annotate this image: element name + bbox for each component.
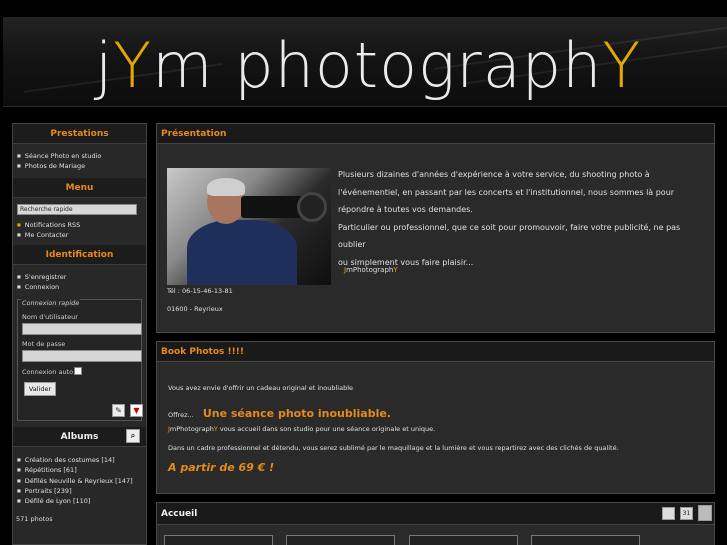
magnifier-icon[interactable]: ⌕ (126, 429, 140, 443)
lost-password-icon[interactable]: ✎ (112, 404, 125, 417)
username-field[interactable] (22, 323, 142, 335)
sidebar: Prestations Séance Photo en studio Photo… (12, 123, 147, 545)
identification-heading: Identification (13, 245, 146, 265)
print-icon[interactable] (698, 505, 712, 521)
photographer-photo (167, 168, 331, 285)
quick-login-legend: Connexion rapide (21, 299, 81, 307)
menu-list: Notifications RSS Me Contacter (13, 215, 146, 245)
thumbnail-frame[interactable] (409, 535, 518, 545)
password-field[interactable] (22, 350, 142, 362)
album-item[interactable]: Répétitions [61] (17, 465, 146, 475)
login-submit-button[interactable]: Valider (24, 382, 56, 396)
header-banner: jYm photographY (3, 17, 727, 107)
thumbnail-frame[interactable] (164, 535, 273, 545)
password-label: Mot de passe (22, 340, 66, 348)
presentation-panel: Présentation Plusieurs dizaines d'années… (156, 123, 715, 333)
quick-login-form: Connexion rapide Nom d'utilisateur Mot d… (17, 299, 143, 421)
sidebar-item-login[interactable]: Connexion (17, 282, 146, 292)
thumbnail-frame[interactable] (286, 535, 395, 545)
prestations-list: Séance Photo en studio Photos de Mariage (13, 144, 146, 178)
albums-list: Création des costumes [14] Répétitions [… (13, 447, 146, 510)
quick-search-input[interactable]: Recherche rapide (17, 204, 137, 215)
presentation-title: Présentation (157, 124, 714, 144)
thumbnail-frame[interactable] (531, 535, 640, 545)
add-icon[interactable] (662, 507, 675, 520)
signature: JYmPhotographY (344, 266, 398, 274)
prestations-heading: Prestations (13, 124, 146, 144)
albums-heading: Albums ⌕ (13, 427, 146, 447)
address: 01600 - Reyrieux (167, 305, 223, 313)
autologin-checkbox[interactable] (74, 367, 82, 375)
album-item[interactable]: Défilé de Lyon [110] (17, 496, 146, 506)
book-price: A partir de 69 € ! (168, 461, 275, 474)
identification-list: S'enregistrer Connexion (13, 265, 146, 295)
book-title: Book Photos !!!! (157, 342, 714, 362)
album-item[interactable]: Portraits [239] (17, 486, 146, 496)
book-offer: Offrez... Une séance photo inoubliable. (168, 407, 391, 420)
sidebar-item-contact[interactable]: Me Contacter (17, 230, 146, 240)
site-logo[interactable]: jYm photographY (95, 35, 641, 97)
calendar-icon[interactable]: 31 (680, 507, 693, 520)
sidebar-item-rss[interactable]: Notifications RSS (17, 220, 146, 230)
menu-heading: Menu (13, 178, 146, 198)
sidebar-item-register[interactable]: S'enregistrer (17, 272, 146, 282)
sidebar-item-seance-studio[interactable]: Séance Photo en studio (17, 151, 146, 161)
sidebar-item-mariage[interactable]: Photos de Mariage (17, 161, 146, 171)
autologin-label: Connexion auto (22, 368, 74, 376)
book-description: Dans un cadre professionnel et détendu, … (168, 444, 619, 452)
accueil-title: Accueil (157, 503, 714, 525)
register-icon[interactable]: ▼ (130, 404, 143, 417)
phone-number: Tél : 06-15-46-13-81 (167, 287, 233, 295)
photo-count: 571 photos (16, 515, 53, 524)
book-studio-text: JYmPhotographY vous accueil dans son stu… (168, 425, 436, 433)
album-item[interactable]: Création des costumes [14] (17, 455, 146, 465)
book-panel: Book Photos !!!! Vous avez envie d'offri… (156, 341, 715, 494)
presentation-text: Plusieurs dizaines d'années d'expérience… (338, 170, 681, 267)
album-item[interactable]: Défilés Neuville & Reyrieux [147] (17, 476, 146, 486)
book-intro: Vous avez envie d'offrir un cadeau origi… (168, 384, 354, 392)
username-label: Nom d'utilisateur (22, 313, 78, 321)
